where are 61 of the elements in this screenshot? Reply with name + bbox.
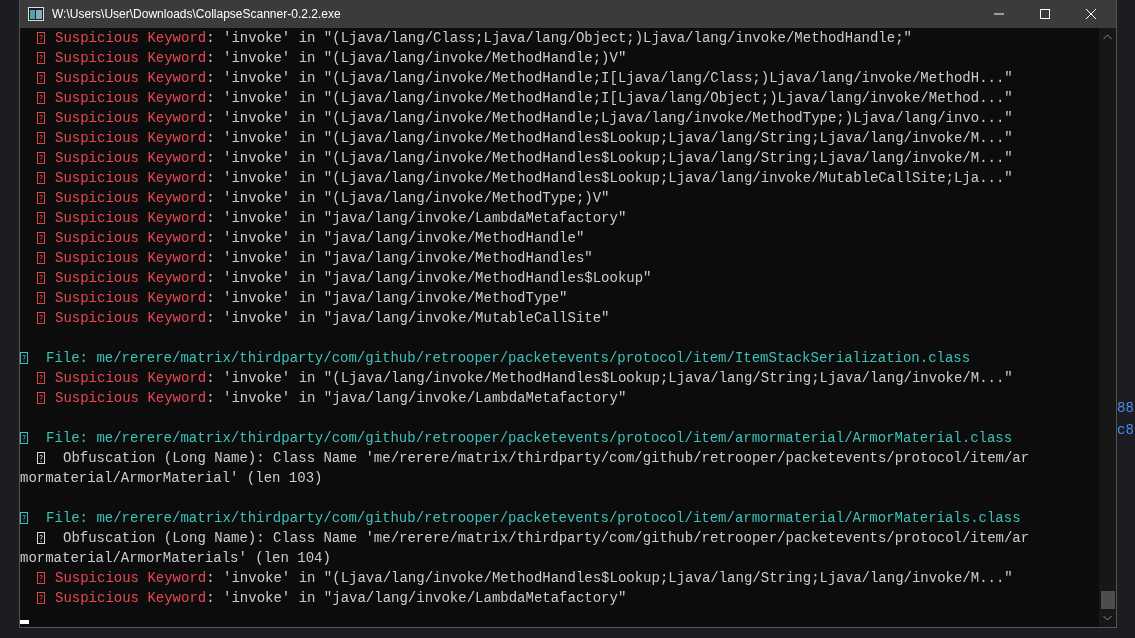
- missing-glyph-icon: [37, 312, 45, 324]
- missing-glyph-icon: [37, 572, 45, 584]
- close-icon[interactable]: [1086, 9, 1096, 19]
- missing-glyph-icon: [37, 452, 45, 464]
- scroll-up-icon[interactable]: [1103, 34, 1112, 40]
- console-line: mormaterial/ArmorMaterial' (len 103): [20, 469, 323, 488]
- background-text: c8: [1117, 422, 1135, 438]
- console-line: Suspicious Keyword: 'invoke' in "(Ljava/lang/Class;Ljava/lang/Object;)Ljava/lang/invoke/MethodHandle;": [55, 29, 912, 48]
- missing-glyph-icon: [37, 72, 45, 84]
- console-line: Suspicious Keyword: 'invoke' in "java/lang/invoke/MutableCallSite": [55, 309, 610, 328]
- console-line: Suspicious Keyword: 'invoke' in "(Ljava/lang/invoke/MethodHandle;I[Ljava/lang/Object;)Ljava/lang/invoke/Method...": [55, 89, 1013, 108]
- console-line: Suspicious Keyword: 'invoke' in "(Ljava/lang/invoke/MethodType;)V": [55, 189, 610, 208]
- missing-glyph-icon: [37, 392, 45, 404]
- console-line: Suspicious Keyword: 'invoke' in "java/lang/invoke/MethodType": [55, 289, 568, 308]
- console-line: Suspicious Keyword: 'invoke' in "(Ljava/lang/invoke/MethodHandle;)V": [55, 49, 627, 68]
- maximize-icon[interactable]: [1040, 9, 1050, 19]
- text-cursor: [20, 620, 29, 624]
- console-line: File: me/rerere/matrix/thirdparty/com/github/retrooper/packetevents/protocol/item/ItemStackSerialization.class: [46, 349, 971, 368]
- missing-glyph-icon: [37, 132, 45, 144]
- console-line: Obfuscation (Long Name): Class Name 'me/rerere/matrix/thirdparty/com/github/retrooper/packetevents/protocol/item/ar: [63, 449, 1030, 468]
- missing-glyph-icon: [37, 532, 45, 544]
- missing-glyph-icon: [37, 232, 45, 244]
- missing-glyph-icon: [37, 192, 45, 204]
- console-line: Suspicious Keyword: 'invoke' in "(Ljava/lang/invoke/MethodHandles$Lookup;Ljava/lang/String;Ljava/lang/invoke/M...": [55, 569, 1013, 588]
- console-line: Suspicious Keyword: 'invoke' in "java/lang/invoke/LambdaMetafactory": [55, 209, 627, 228]
- console-line: Suspicious Keyword: 'invoke' in "(Ljava/lang/invoke/MethodHandles$Lookup;Ljava/lang/String;Ljava/lang/invoke/M...": [55, 369, 1013, 388]
- missing-glyph-icon: [20, 352, 28, 364]
- missing-glyph-icon: [37, 292, 45, 304]
- console-line: Suspicious Keyword: 'invoke' in "java/lang/invoke/MethodHandles$Lookup": [55, 269, 652, 288]
- window-title: W:\Users\User\Downloads\CollapseScanner-0.2.2.exe: [52, 7, 341, 21]
- console-line: Suspicious Keyword: 'invoke' in "java/lang/invoke/MethodHandle": [55, 229, 585, 248]
- console-line: Suspicious Keyword: 'invoke' in "java/lang/invoke/MethodHandles": [55, 249, 593, 268]
- console-line: File: me/rerere/matrix/thirdparty/com/github/retrooper/packetevents/protocol/item/armormaterial/ArmorMaterials.class: [46, 509, 1021, 528]
- console-line: File: me/rerere/matrix/thirdparty/com/github/retrooper/packetevents/protocol/item/armormaterial/ArmorMaterial.class: [46, 429, 1013, 448]
- background-text: 88: [1117, 400, 1135, 416]
- console-line: Suspicious Keyword: 'invoke' in "(Ljava/lang/invoke/MethodHandle;Ljava/lang/invoke/MethodType;)Ljava/lang/invo...": [55, 109, 1013, 128]
- console-line: Obfuscation (Long Name): Class Name 'me/rerere/matrix/thirdparty/com/github/retrooper/packetevents/protocol/item/ar: [63, 529, 1030, 548]
- missing-glyph-icon: [37, 172, 45, 184]
- missing-glyph-icon: [20, 432, 28, 444]
- console-line: Suspicious Keyword: 'invoke' in "(Ljava/lang/invoke/MethodHandles$Lookup;Ljava/lang/invoke/MutableCallSite;Lja...": [55, 169, 1013, 188]
- console-line: Suspicious Keyword: 'invoke' in "(Ljava/lang/invoke/MethodHandle;I[Ljava/lang/Class;)Ljava/lang/invoke/MethodH...": [55, 69, 1013, 88]
- missing-glyph-icon: [37, 112, 45, 124]
- scrollbar[interactable]: [1099, 28, 1116, 627]
- missing-glyph-icon: [37, 152, 45, 164]
- missing-glyph-icon: [37, 32, 45, 44]
- scrollbar-thumb[interactable]: [1100, 591, 1115, 609]
- missing-glyph-icon: [37, 92, 45, 104]
- console-line: Suspicious Keyword: 'invoke' in "(Ljava/lang/invoke/MethodHandles$Lookup;Ljava/lang/String;Ljava/lang/invoke/M...": [55, 149, 1013, 168]
- console-line: Suspicious Keyword: 'invoke' in "java/lang/invoke/LambdaMetafactory": [55, 589, 627, 608]
- console-line: Suspicious Keyword: 'invoke' in "java/lang/invoke/LambdaMetafactory": [55, 389, 627, 408]
- missing-glyph-icon: [37, 372, 45, 384]
- console-line: Suspicious Keyword: 'invoke' in "(Ljava/lang/invoke/MethodHandles$Lookup;Ljava/lang/String;Ljava/lang/invoke/M...": [55, 129, 1013, 148]
- missing-glyph-icon: [37, 212, 45, 224]
- scroll-down-icon[interactable]: [1103, 615, 1112, 621]
- console-line: mormaterial/ArmorMaterials' (len 104): [20, 549, 331, 568]
- missing-glyph-icon: [37, 52, 45, 64]
- missing-glyph-icon: [37, 252, 45, 264]
- missing-glyph-icon: [20, 512, 28, 524]
- missing-glyph-icon: [37, 592, 45, 604]
- console-app-icon: [28, 7, 44, 21]
- missing-glyph-icon: [37, 272, 45, 284]
